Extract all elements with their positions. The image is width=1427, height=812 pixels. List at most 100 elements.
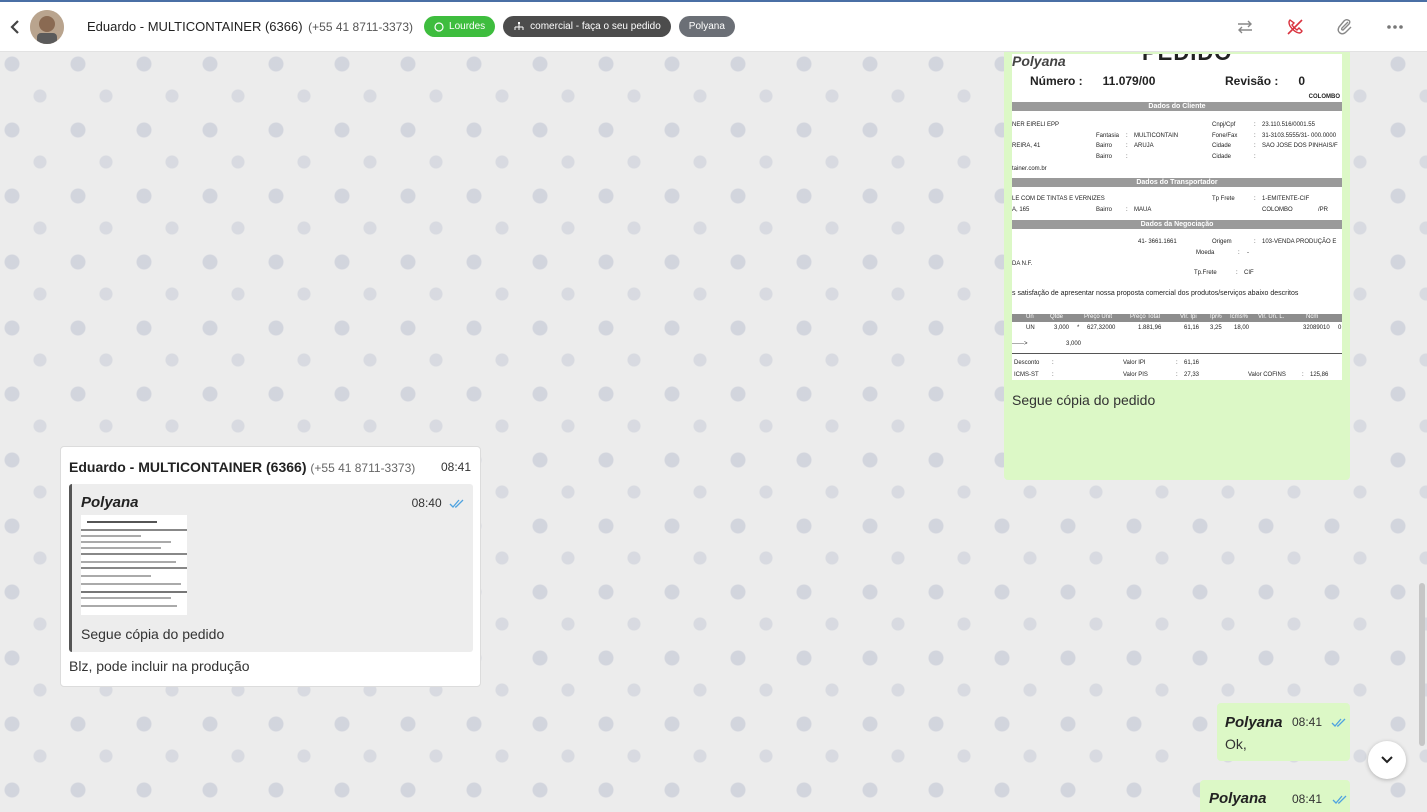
chat-area[interactable]: Polyana PEDIDO Número :11.079/00 Revisão… [0,52,1427,812]
doc-text: : [1254,154,1256,160]
transfer-button[interactable] [1235,17,1255,37]
doc-text: Valor COFINS [1248,372,1286,378]
document-revision: Revisão :0 [1225,74,1306,88]
tag-department-label: comercial - faça o seu pedido [530,21,661,32]
doc-table-heading: Un [1026,314,1034,320]
doc-text: Moeda [1196,250,1215,256]
quoted-time: 08:40 [412,496,465,510]
doc-text: Valor IPI [1123,360,1146,366]
doc-table-heading: Vlr. Ipi [1180,314,1197,320]
doc-text: : [1254,196,1256,202]
doc-text: : [1126,143,1128,149]
doc-table-cell: UN [1026,325,1035,331]
doc-text: : [1254,122,1256,128]
scrollbar-thumb[interactable] [1419,583,1425,746]
doc-text: : [1176,360,1178,366]
doc-text: Cidade [1212,143,1232,149]
doc-text: SAO JOSE DOS PINHAIS/F [1262,143,1338,149]
doc-text: : [1126,133,1128,139]
doc-text: Bairro [1096,143,1113,149]
doc-text: s satisfação de apresentar nossa propost… [1012,290,1299,297]
document-city: COLOMBO [1308,94,1340,100]
doc-table-cell: ------> [1012,341,1028,347]
document-preview[interactable]: Polyana PEDIDO Número :11.079/00 Revisão… [1012,54,1342,380]
message-author: Polyana [1225,714,1283,731]
doc-text: REIRA, 41 [1012,143,1041,149]
document-number: Número :11.079/00 [1030,74,1156,88]
message-incoming[interactable]: Eduardo - MULTICONTAINER (6366) (+55 41 … [60,446,481,687]
doc-text: : [1302,372,1304,378]
tag-agent[interactable]: Lourdes [424,16,496,37]
contact-info[interactable]: Eduardo - MULTICONTAINER (6366) (+55 41 … [87,19,413,34]
message-time: 08:41 [1292,792,1323,806]
doc-text: 125,86 [1310,372,1329,378]
chat-header: Eduardo - MULTICONTAINER (6366) (+55 41 … [0,0,1427,52]
doc-text: Fantasia [1096,133,1120,139]
document-thumbnail[interactable] [81,515,187,615]
doc-text: Tp.Frete [1194,270,1217,276]
doc-text: ARUJA [1134,143,1154,149]
message-document[interactable]: Polyana PEDIDO Número :11.079/00 Revisão… [1004,52,1350,480]
double-check-icon [1331,718,1346,727]
doc-table-heading: Vlr. Un. L. [1258,314,1285,320]
doc-text: DA N.F. [1012,261,1033,267]
message-outgoing-last[interactable]: Polyana 08:41 [1200,780,1350,812]
doc-text: NER EIRELI EPP [1012,122,1060,128]
doc-table-cell: 61,16 [1184,325,1200,331]
double-check-icon [449,499,464,508]
tag-user-label: Polyana [688,21,725,32]
doc-text: : [1254,143,1256,149]
sitemap-icon [514,21,524,30]
doc-table-heading: Preço Total [1130,314,1160,320]
doc-text: : [1236,270,1238,276]
document-divider [1012,353,1342,354]
quoted-caption: Segue cópia do pedido [81,626,225,642]
quoted-message[interactable]: Polyana 08:40 Segue cópia do pedido [69,484,473,652]
contact-name: Eduardo - MULTICONTAINER (6366) [87,19,303,34]
attachment-button[interactable] [1335,17,1355,37]
message-text: Ok, [1225,736,1247,752]
more-icon [1387,25,1403,29]
doc-table-cell: 32089010 [1303,325,1330,331]
message-caption: Segue cópia do pedido [1012,392,1156,408]
doc-table-heading: Preço Unit [1084,314,1113,320]
doc-table-cell: 627,32000 [1087,325,1116,331]
scroll-to-bottom-button[interactable] [1368,741,1406,779]
message-author: Polyana [1209,790,1267,807]
doc-text: MULTICONTAIN [1134,133,1179,139]
doc-text: : [1176,372,1178,378]
back-button[interactable] [3,19,27,35]
doc-text: 23.110.516/0001.55 [1262,122,1315,128]
tag-department[interactable]: comercial - faça o seu pedido [503,16,671,37]
avatar[interactable] [30,9,64,44]
doc-text: Fone/Fax [1212,133,1238,139]
doc-text: COLOMBO [1262,207,1293,213]
tag-agent-label: Lourdes [449,21,486,32]
doc-text: Valor PIS [1123,372,1148,378]
section-negociacao: Dados da Negociação [1012,220,1342,229]
tag-user[interactable]: Polyana [678,16,735,37]
more-options-button[interactable] [1385,17,1405,37]
contact-phone: (+55 41 8711-3373) [308,20,414,34]
attachment-icon [1337,18,1352,35]
doc-text: A, 165 [1012,207,1030,213]
doc-text: Bairro [1096,154,1113,160]
end-call-button[interactable] [1285,17,1305,37]
doc-table-cell: 3,25 [1210,325,1222,331]
doc-text: 31-3103.5555/31- 000.0000 [1262,133,1337,139]
transfer-icon [1238,20,1252,34]
doc-text: CIF [1244,270,1254,276]
doc-text: /PR [1318,207,1329,213]
message-outgoing[interactable]: Polyana 08:41 Ok, [1217,703,1350,761]
sender-phone: (+55 41 8711-3373) [310,461,416,475]
doc-text: 103-VENDA PRODUÇÃO E [1262,239,1337,245]
message-sender: Eduardo - MULTICONTAINER (6366) (+55 41 … [69,459,415,475]
doc-text: Cidade [1212,154,1232,160]
call-off-icon [1287,19,1303,35]
doc-text: - [1247,250,1249,256]
doc-table-cell: 18,00 [1234,325,1250,331]
doc-text: : [1052,360,1054,366]
chevron-left-icon [10,19,19,34]
doc-text: LE COM DE TINTAS E VERNIZES [1012,196,1105,202]
header-actions [1235,2,1405,52]
